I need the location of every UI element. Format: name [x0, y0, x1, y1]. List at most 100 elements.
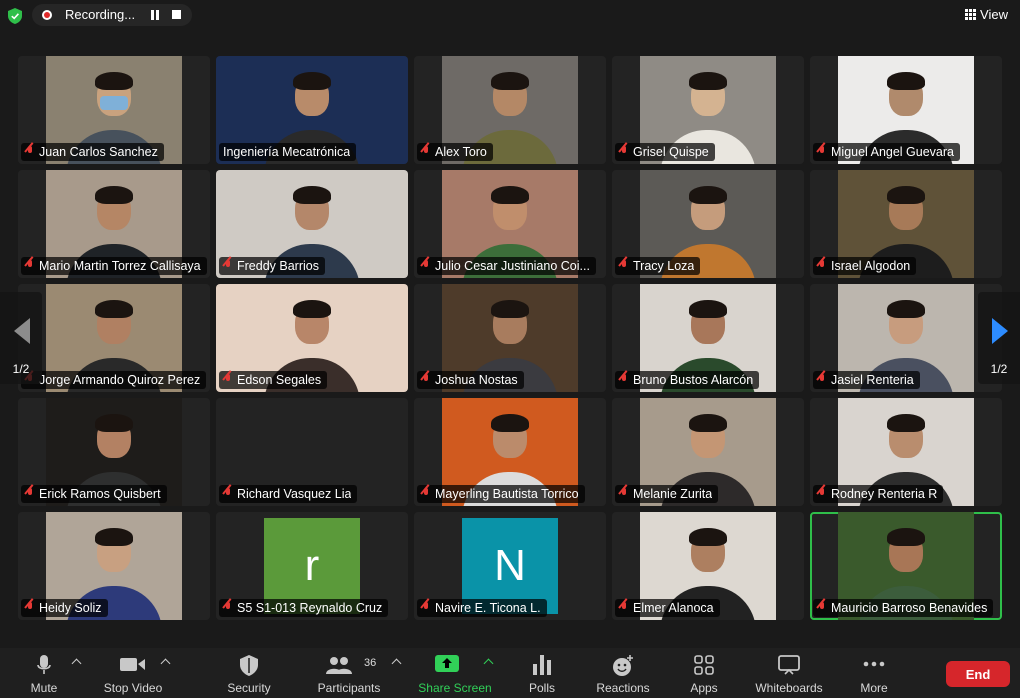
participants-count: 36 — [364, 657, 377, 669]
pause-recording-icon[interactable] — [150, 10, 160, 20]
end-meeting-button[interactable]: End — [946, 661, 1010, 687]
participant-tile-jasiel-renteria[interactable]: Jasiel Renteria — [810, 284, 1002, 392]
participants-button[interactable]: 36 Participants — [312, 648, 386, 698]
whiteboards-button[interactable]: Whiteboards — [750, 648, 828, 698]
participant-tile-mauricio-barroso-benavides[interactable]: Mauricio Barroso Benavides — [810, 512, 1002, 620]
muted-microphone-icon — [817, 146, 827, 158]
participant-tile-jorge-armando-quiroz-perez[interactable]: Jorge Armando Quiroz Perez — [18, 284, 210, 392]
participant-tile-joshua-nostas[interactable]: Joshua Nostas — [414, 284, 606, 392]
stop-recording-icon[interactable] — [172, 10, 181, 19]
participant-silhouette-hair — [293, 72, 331, 90]
stop-video-button[interactable]: Stop Video — [98, 648, 168, 698]
participant-tile-navire-e-ticona-l[interactable]: N Navire E. Ticona L. — [414, 512, 606, 620]
reactions-button[interactable]: Reactions — [590, 648, 656, 698]
participant-silhouette-hair — [95, 528, 133, 546]
participant-tile-israel-algodon[interactable]: Israel Algodon — [810, 170, 1002, 278]
share-screen-button[interactable]: Share Screen — [414, 648, 496, 698]
participant-silhouette-hair — [293, 186, 331, 204]
participant-tile-ingenieria-mecatronica[interactable]: Ingeniería Mecatrónica — [216, 56, 408, 164]
participant-name-tag: Grisel Quispe — [615, 143, 715, 161]
participant-silhouette-hair — [95, 414, 133, 432]
muted-microphone-icon — [817, 260, 827, 272]
participant-tile-alex-toro[interactable]: Alex Toro — [414, 56, 606, 164]
participant-tile-bruno-bustos-alarcon[interactable]: Bruno Bustos Alarcón — [612, 284, 804, 392]
participant-name-tag: Mauricio Barroso Benavides — [813, 599, 994, 617]
participant-tile-rodney-renteria-r[interactable]: Rodney Renteria R — [810, 398, 1002, 506]
share-screen-icon — [435, 655, 459, 672]
polls-label: Polls — [528, 681, 555, 695]
muted-microphone-icon — [421, 260, 431, 272]
security-button[interactable]: Security — [220, 648, 278, 698]
participant-name: Miguel Angel Guevara — [831, 145, 954, 159]
participant-name: Freddy Barrios — [237, 259, 319, 273]
participant-name-tag: Heidy Soliz — [21, 599, 108, 617]
chevron-right-icon — [992, 318, 1008, 344]
participant-name: Alex Toro — [435, 145, 487, 159]
participant-tile-richard-vasquez-lia[interactable]: Richard Vasquez Lia — [216, 398, 408, 506]
participant-name-tag: Alex Toro — [417, 143, 493, 161]
page-indicator-right: 1/2 — [990, 362, 1008, 376]
participant-name-tag: Bruno Bustos Alarcón — [615, 371, 760, 389]
participant-tile-tracy-loza[interactable]: Tracy Loza — [612, 170, 804, 278]
next-page-button[interactable]: 1/2 — [978, 292, 1020, 384]
participant-tile-mario-martin-torrez-callisaya[interactable]: Mario Martin Torrez Callisaya — [18, 170, 210, 278]
muted-microphone-icon — [421, 488, 431, 500]
participant-name-tag: Joshua Nostas — [417, 371, 524, 389]
participant-silhouette-hair — [491, 186, 529, 204]
view-button[interactable]: View — [965, 7, 1008, 22]
participant-name-tag: Elmer Alanoca — [615, 599, 720, 617]
face-mask — [100, 96, 128, 110]
mute-options-chevron-up-icon[interactable] — [71, 658, 82, 669]
participant-tile-freddy-barrios[interactable]: Freddy Barrios — [216, 170, 408, 278]
apps-button[interactable]: Apps — [683, 648, 725, 698]
recording-dot-icon — [42, 10, 52, 20]
polls-button[interactable]: Polls — [520, 648, 564, 698]
participant-silhouette-hair — [491, 300, 529, 318]
participant-tile-erick-ramos-quisbert[interactable]: Erick Ramos Quisbert — [18, 398, 210, 506]
participant-silhouette-hair — [95, 186, 133, 204]
participant-tile-miguel-angel-guevara[interactable]: Miguel Angel Guevara — [810, 56, 1002, 164]
participant-name-tag: Mario Martin Torrez Callisaya — [21, 257, 207, 275]
participants-label: Participants — [317, 681, 381, 695]
grid-view-icon — [965, 9, 977, 20]
more-button[interactable]: More — [852, 648, 896, 698]
participant-name: Mauricio Barroso Benavides — [831, 601, 988, 615]
participant-name-tag: Juan Carlos Sanchez — [21, 143, 164, 161]
participant-silhouette-hair — [689, 300, 727, 318]
muted-microphone-icon — [421, 146, 431, 158]
share-screen-label: Share Screen — [418, 681, 492, 695]
apps-label: Apps — [690, 681, 718, 695]
muted-microphone-icon — [817, 602, 827, 614]
participant-name-tag: Richard Vasquez Lia — [219, 485, 358, 503]
participant-silhouette-hair — [689, 186, 727, 204]
participant-tile-melanie-zurita[interactable]: Melanie Zurita — [612, 398, 804, 506]
participant-name-tag: Miguel Angel Guevara — [813, 143, 960, 161]
muted-microphone-icon — [619, 488, 629, 500]
participant-tile-edson-segales[interactable]: Edson Segales — [216, 284, 408, 392]
participant-name: Navire E. Ticona L. — [435, 601, 541, 615]
participant-silhouette-hair — [95, 72, 133, 90]
participant-tile-grisel-quispe[interactable]: Grisel Quispe — [612, 56, 804, 164]
participant-tile-juan-carlos-sanchez[interactable]: Juan Carlos Sanchez — [18, 56, 210, 164]
previous-page-button[interactable]: 1/2 — [0, 292, 42, 384]
muted-microphone-icon — [223, 488, 233, 500]
muted-microphone-icon — [817, 374, 827, 386]
participant-name-tag: Freddy Barrios — [219, 257, 325, 275]
participant-tile-heidy-soliz[interactable]: Heidy Soliz — [18, 512, 210, 620]
participant-tile-julio-cesar-justiniano-coi[interactable]: Julio Cesar Justiniano Coi... — [414, 170, 606, 278]
reactions-label: Reactions — [596, 681, 650, 695]
participant-tile-mayerling-bautista-torrico[interactable]: Mayerling Bautista Torrico — [414, 398, 606, 506]
participants-options-chevron-up-icon[interactable] — [391, 658, 402, 669]
participant-tile-s5-s1-013-reynaldo-cruz[interactable]: r S5 S1-013 Reynaldo Cruz — [216, 512, 408, 620]
mute-button[interactable]: Mute — [22, 648, 66, 698]
view-label: View — [980, 7, 1008, 22]
whiteboard-icon — [778, 655, 800, 675]
apps-icon — [694, 655, 714, 675]
security-shield-icon[interactable] — [8, 8, 22, 24]
participant-tile-elmer-alanoca[interactable]: Elmer Alanoca — [612, 512, 804, 620]
participant-name: Edson Segales — [237, 373, 322, 387]
participant-silhouette-hair — [689, 414, 727, 432]
participant-name: Mayerling Bautista Torrico — [435, 487, 579, 501]
participant-name-tag: Erick Ramos Quisbert — [21, 485, 167, 503]
participant-silhouette-hair — [689, 528, 727, 546]
